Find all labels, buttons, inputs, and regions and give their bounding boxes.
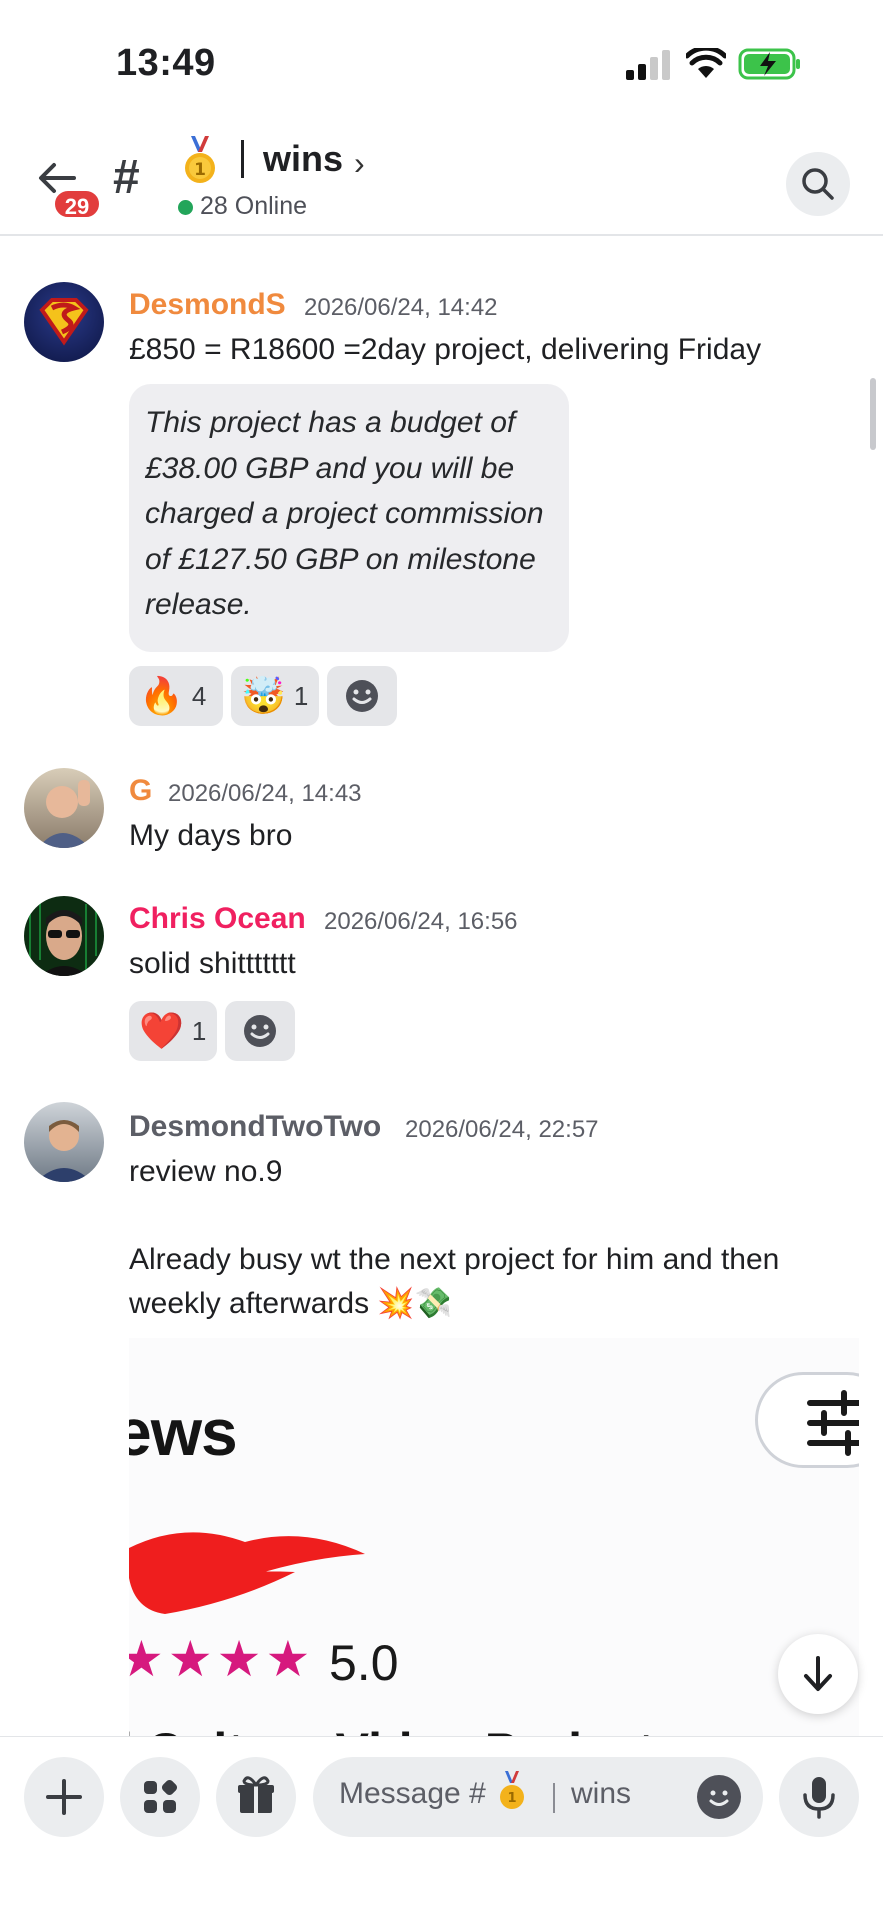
cellular-signal-icon [626, 50, 672, 80]
user-photo-icon [38, 780, 90, 848]
message-input[interactable]: Message # 1 wins [313, 1757, 763, 1837]
quote-text: This project has a budget of £38.00 GBP … [145, 406, 544, 621]
sliders-icon [807, 1390, 859, 1456]
mind-blown-emoji: 🤯 [241, 675, 286, 716]
search-button[interactable] [786, 152, 850, 216]
emoji-picker-button[interactable] [697, 1775, 741, 1819]
add-reaction-button[interactable] [327, 666, 397, 726]
redaction-scribble [129, 1532, 365, 1614]
message-text-line: review no.9 [129, 1155, 283, 1188]
placeholder-separator [553, 1783, 555, 1813]
message-timestamp: 2026/06/24, 14:43 [168, 780, 362, 807]
online-status-dot [178, 200, 193, 215]
message-text: £850 = R18600 =2day project, delivering … [129, 333, 762, 366]
input-placeholder-channel: wins [571, 1777, 632, 1810]
heart-emoji: ❤️ [139, 1010, 184, 1051]
message-text: My days bro [129, 819, 293, 852]
medal-icon: 1 [500, 1771, 524, 1809]
message-text-line: Already busy wt the next project for him… [129, 1243, 780, 1276]
author-name[interactable]: Chris Ocean [129, 902, 306, 936]
author-name[interactable]: G [129, 774, 152, 808]
jump-to-latest-button[interactable] [778, 1634, 858, 1714]
reaction-heart[interactable]: ❤️ 1 [129, 1001, 217, 1061]
rating-stars: ★★★★ [129, 1631, 315, 1687]
voice-message-button[interactable] [779, 1757, 859, 1837]
message-composer: Message # 1 wins [0, 1736, 883, 1920]
add-reaction-button[interactable] [225, 1001, 295, 1061]
preview-title: ews [129, 1395, 238, 1469]
title-separator [241, 140, 244, 178]
unread-badge: 29 [52, 188, 102, 220]
status-time: 13:49 [116, 42, 216, 84]
arrow-down-icon [804, 1656, 832, 1691]
quoted-image-text[interactable]: This project has a budget of £38.00 GBP … [129, 384, 569, 652]
user-photo-icon [36, 1120, 92, 1182]
reaction-mind-blown[interactable]: 🤯 1 [231, 666, 319, 726]
plus-icon [46, 1779, 82, 1815]
channel-header: 29 # 1 wins › 28 Online [0, 130, 883, 236]
apps-icon [144, 1779, 178, 1813]
fire-emoji: 🔥 [139, 675, 184, 716]
message-text: solid shittttttt [129, 947, 296, 980]
add-attachment-button[interactable] [24, 1757, 104, 1837]
author-name[interactable]: DesmondTwoTwo [129, 1110, 381, 1144]
message-timestamp: 2026/06/24, 22:57 [405, 1116, 599, 1143]
avatar[interactable] [24, 1102, 104, 1182]
emoji-icon [244, 1015, 276, 1047]
avatar[interactable] [24, 282, 104, 362]
reaction-fire[interactable]: 🔥 4 [129, 666, 223, 726]
medal-icon: 1 [185, 136, 215, 183]
search-icon [802, 168, 834, 200]
image-attachment[interactable]: ews ★★★★ 5.0 l Culture Video Project [129, 1338, 859, 1738]
author-name[interactable]: DesmondS [129, 288, 286, 322]
filter-control [755, 1372, 859, 1468]
gift-icon [238, 1776, 274, 1813]
wifi-icon [686, 48, 726, 78]
hash-icon: # [113, 151, 140, 204]
superman-logo-icon [39, 298, 89, 346]
avatar[interactable] [24, 896, 104, 976]
microphone-icon [803, 1777, 835, 1819]
message-timestamp: 2026/06/24, 14:42 [304, 294, 498, 321]
chevron-right-icon[interactable]: › [354, 145, 365, 182]
input-placeholder: Message # [339, 1777, 486, 1810]
online-count: 28 Online [200, 192, 308, 220]
emoji-icon [346, 680, 378, 712]
user-photo-icon [29, 898, 97, 976]
channel-title[interactable]: wins [263, 138, 343, 180]
svg-text:1: 1 [194, 160, 206, 180]
svg-text:1: 1 [507, 1791, 516, 1806]
battery-charging-icon [738, 48, 800, 80]
emoji-icon [709, 1790, 729, 1806]
apps-button[interactable] [120, 1757, 200, 1837]
scrollbar[interactable] [870, 378, 876, 450]
message-timestamp: 2026/06/24, 16:56 [324, 908, 518, 935]
reaction-count: 4 [191, 680, 207, 711]
status-bar: 13:49 [0, 0, 883, 130]
reaction-count: 1 [293, 680, 309, 711]
message-text-line: weekly afterwards 💥💸 [129, 1287, 453, 1320]
avatar[interactable] [24, 768, 104, 848]
gift-button[interactable] [216, 1757, 296, 1837]
reaction-count: 1 [191, 1015, 207, 1046]
rating-value: 5.0 [329, 1635, 399, 1691]
